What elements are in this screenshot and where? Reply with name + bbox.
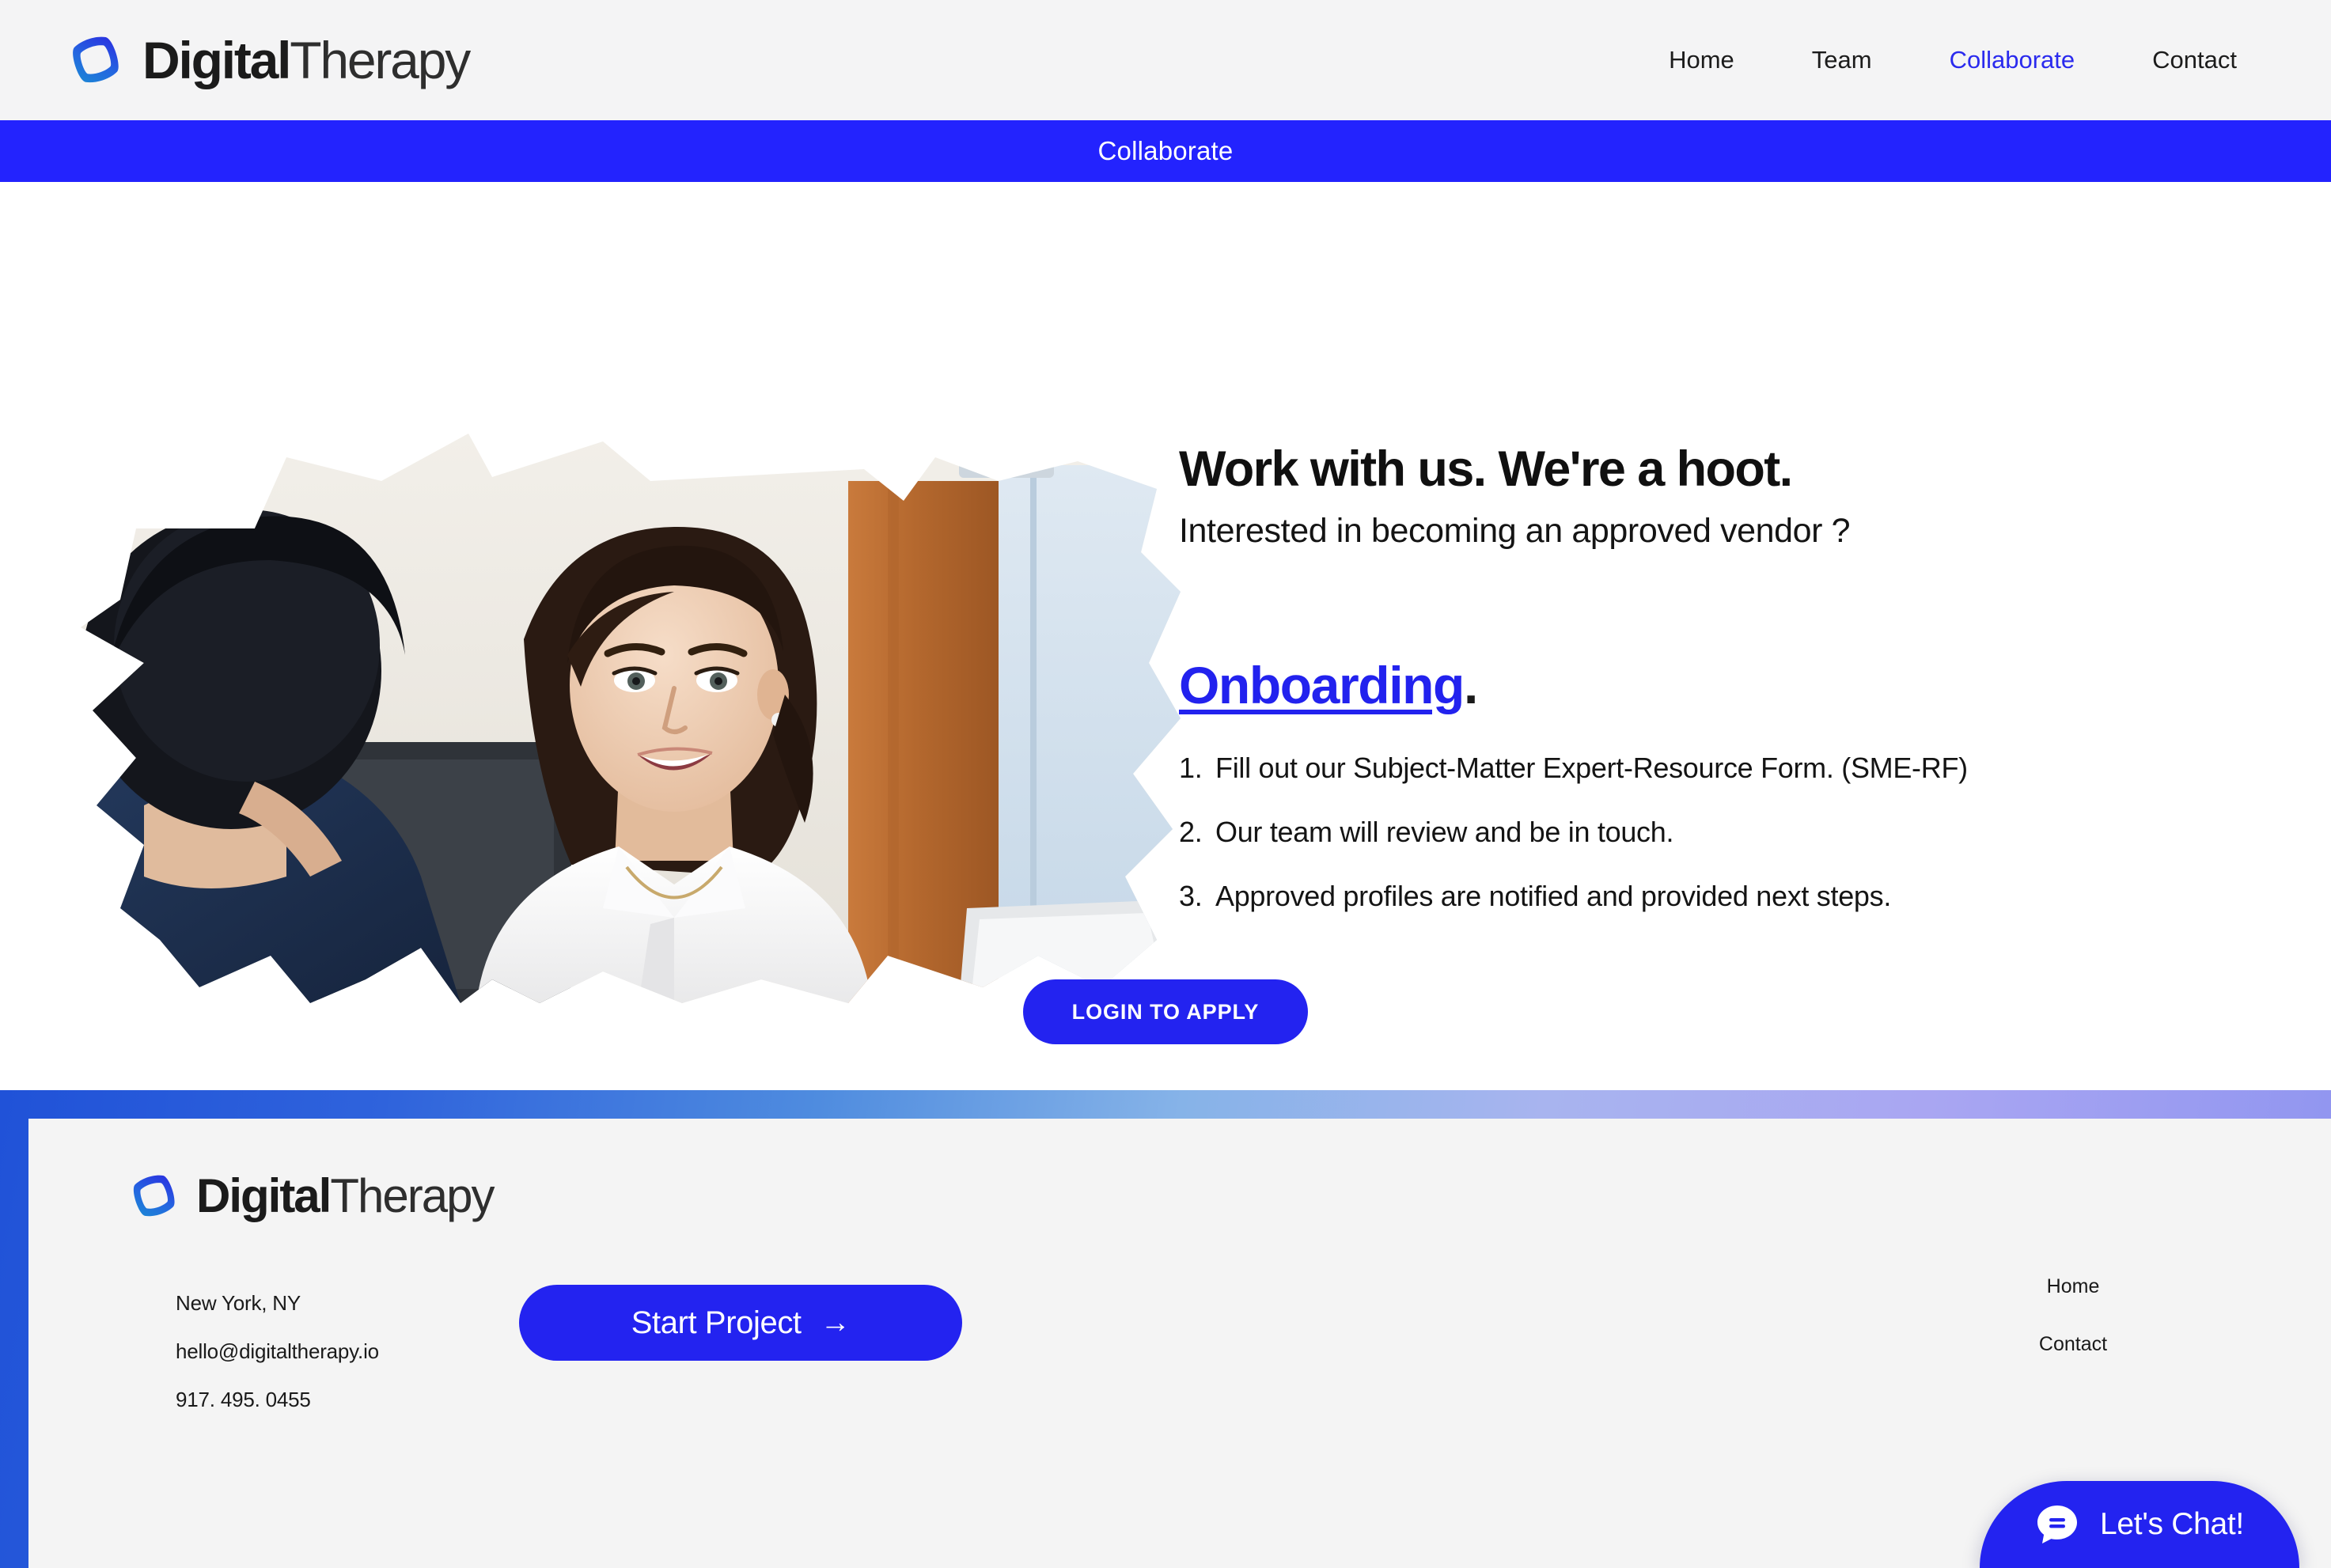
step-number: 1. [1179, 751, 1203, 784]
hero-cta-row: LOGIN TO APPLY [0, 979, 2331, 1044]
nav-link-contact[interactable]: Contact [2113, 46, 2276, 74]
digitaltherapy-logo-icon [73, 36, 119, 83]
hero-subtitle: Interested in becoming an approved vendo… [1179, 511, 1851, 550]
onboarding-heading-row: Onboarding. [1179, 551, 2271, 715]
footer-brand-wordmark: Digital Therapy [196, 1169, 495, 1222]
header-brand-wordmark: Digital Therapy [142, 31, 471, 89]
chat-widget-label: Let's Chat! [2100, 1507, 2244, 1541]
footer-inner-panel: Digital Therapy New York, NY hello@digita… [28, 1119, 2331, 1568]
footer-nav-link-contact[interactable]: Contact [1978, 1333, 2168, 1356]
hero-title: Work with us. We're a hoot. [1179, 441, 1793, 497]
digitaltherapy-logo-icon [133, 1175, 175, 1217]
main-navigation: Home Team Collaborate Contact [1630, 46, 2276, 74]
step-number: 2. [1179, 815, 1203, 848]
header-brand-lockup[interactable]: Digital Therapy [63, 31, 471, 89]
footer-nav-link-home[interactable]: Home [1978, 1275, 2168, 1298]
onboarding-link[interactable]: Onboarding [1179, 655, 1465, 715]
brand-name-bold: Digital [196, 1169, 332, 1222]
site-footer: Digital Therapy New York, NY hello@digita… [0, 1090, 2331, 1568]
start-project-button[interactable]: Start Project → [519, 1285, 962, 1361]
footer-navigation: Home Contact [1978, 1275, 2168, 1391]
footer-phone[interactable]: 917. 495. 0455 [176, 1388, 619, 1412]
brand-name-light: Therapy [290, 31, 471, 89]
chat-bubble-icon [2037, 1506, 2078, 1543]
nav-link-home[interactable]: Home [1630, 46, 1773, 74]
hero-image-figure [49, 434, 1181, 1003]
step-text: Our team will review and be in touch. [1215, 815, 1674, 848]
page-title-banner: Collaborate [0, 120, 2331, 182]
step-text: Fill out our Subject-Matter Expert-Resou… [1215, 751, 1968, 784]
onboarding-steps-list: 1. Fill out our Subject-Matter Expert-Re… [1179, 752, 2271, 913]
nav-link-team[interactable]: Team [1773, 46, 1911, 74]
hero-copy-block: Work with us. We're a hoot. Interested i… [1179, 441, 2271, 944]
hero-meeting-photo [81, 434, 1181, 1003]
login-to-apply-button[interactable]: LOGIN TO APPLY [1022, 979, 1309, 1044]
list-item: 3. Approved profiles are notified and pr… [1179, 880, 2271, 913]
list-item: 2. Our team will review and be in touch. [1179, 816, 2271, 849]
site-header: Digital Therapy Home Team Collaborate Con… [0, 0, 2331, 120]
brand-name-bold: Digital [142, 31, 291, 89]
page-root: Digital Therapy Home Team Collaborate Con… [0, 0, 2331, 1568]
onboarding-heading-period: . [1463, 655, 1479, 714]
nav-link-collaborate[interactable]: Collaborate [1911, 46, 2114, 74]
start-project-label: Start Project [631, 1305, 802, 1340]
list-item: 1. Fill out our Subject-Matter Expert-Re… [1179, 752, 2271, 785]
footer-cta-wrapper: Start Project → [503, 1285, 978, 1361]
brand-name-light: Therapy [330, 1169, 495, 1222]
step-number: 3. [1179, 879, 1203, 912]
step-text: Approved profiles are notified and provi… [1215, 879, 1892, 912]
arrow-right-icon: → [820, 1306, 851, 1339]
hero-section: Work with us. We're a hoot. Interested i… [0, 182, 2331, 1052]
chat-widget-button[interactable]: Let's Chat! [1980, 1481, 2299, 1568]
page-title-banner-text: Collaborate [1097, 136, 1234, 165]
footer-brand-lockup[interactable]: Digital Therapy [125, 1169, 495, 1222]
